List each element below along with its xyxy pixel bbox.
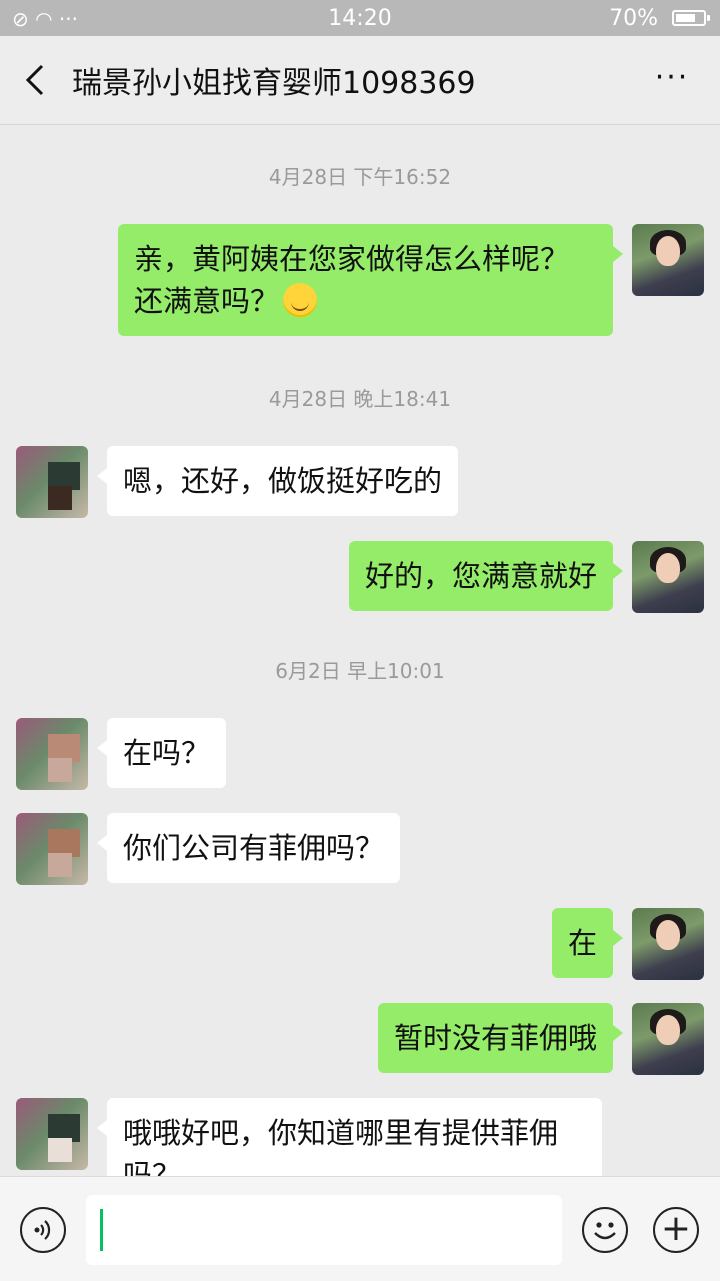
contact-message-bubble[interactable]: 在吗？ xyxy=(96,718,227,788)
more-options-button[interactable]: ··· xyxy=(652,58,692,98)
contact-message-bubble[interactable]: 你们公司有菲佣吗？ xyxy=(96,813,401,883)
timestamp: 4月28日 晚上18:41 xyxy=(268,387,452,411)
chat-title: 瑞景孙小姐找育婴师1098369 xyxy=(72,66,476,101)
back-button[interactable] xyxy=(22,60,52,100)
emoji-button[interactable] xyxy=(582,1207,628,1253)
timestamp: 6月2日 早上10:01 xyxy=(275,659,445,683)
battery-percent: 70% xyxy=(609,6,658,31)
my-message-bubble[interactable]: 暂时没有菲佣哦 xyxy=(377,1003,624,1073)
message-text: 嗯，还好，做饭挺好吃的 xyxy=(123,464,443,498)
input-bar: + xyxy=(0,1176,720,1281)
more-functions-button[interactable]: + xyxy=(653,1207,699,1253)
my-avatar[interactable] xyxy=(632,224,704,296)
my-avatar[interactable] xyxy=(632,908,704,980)
chevron-left-icon xyxy=(25,64,44,96)
my-message-bubble[interactable]: 好的，您满意就好 xyxy=(348,541,624,611)
chat-header: 瑞景孙小姐找育婴师1098369 ··· xyxy=(0,36,720,125)
contact-avatar[interactable] xyxy=(16,813,88,885)
voice-icon xyxy=(34,1220,51,1240)
message-text: 好的，您满意就好 xyxy=(364,559,597,593)
message-text: 暂时没有菲佣哦 xyxy=(393,1021,597,1055)
message-text: 在吗？ xyxy=(123,736,211,770)
message-text: 哦哦好吧，你知道哪里有提供菲佣吗？ xyxy=(123,1116,559,1176)
voice-input-button[interactable] xyxy=(20,1207,66,1253)
my-message-bubble[interactable]: 亲，黄阿姨在您家做得怎么样呢？还满意吗？ xyxy=(118,224,623,336)
message-text: 在 xyxy=(567,926,597,960)
my-avatar[interactable] xyxy=(632,1003,704,1075)
contact-avatar[interactable] xyxy=(16,446,88,518)
plus-icon: + xyxy=(660,1208,692,1249)
status-bar: ⊘ ◠ ··· 14:20 70% xyxy=(0,0,720,36)
contact-avatar[interactable] xyxy=(16,1098,88,1170)
contact-message-bubble[interactable]: 哦哦好吧，你知道哪里有提供菲佣吗？ xyxy=(97,1098,602,1176)
smiley-icon xyxy=(594,1222,616,1240)
contact-avatar[interactable] xyxy=(16,718,88,790)
message-row: 哦哦好吧，你知道哪里有提供菲佣吗？ xyxy=(0,1098,720,1176)
smile-emoji-icon xyxy=(283,283,318,317)
timestamp: 4月28日 下午16:52 xyxy=(268,165,452,189)
battery-icon xyxy=(672,10,710,26)
message-text: 亲，黄阿姨在您家做得怎么样呢？还满意吗？ xyxy=(134,242,570,318)
text-cursor xyxy=(100,1209,103,1251)
message-text: 你们公司有菲佣吗？ xyxy=(123,831,385,865)
message-input[interactable] xyxy=(86,1195,562,1265)
my-avatar[interactable] xyxy=(632,541,704,613)
my-message-bubble[interactable]: 在 xyxy=(551,908,624,978)
contact-message-bubble[interactable]: 嗯，还好，做饭挺好吃的 xyxy=(96,446,459,516)
